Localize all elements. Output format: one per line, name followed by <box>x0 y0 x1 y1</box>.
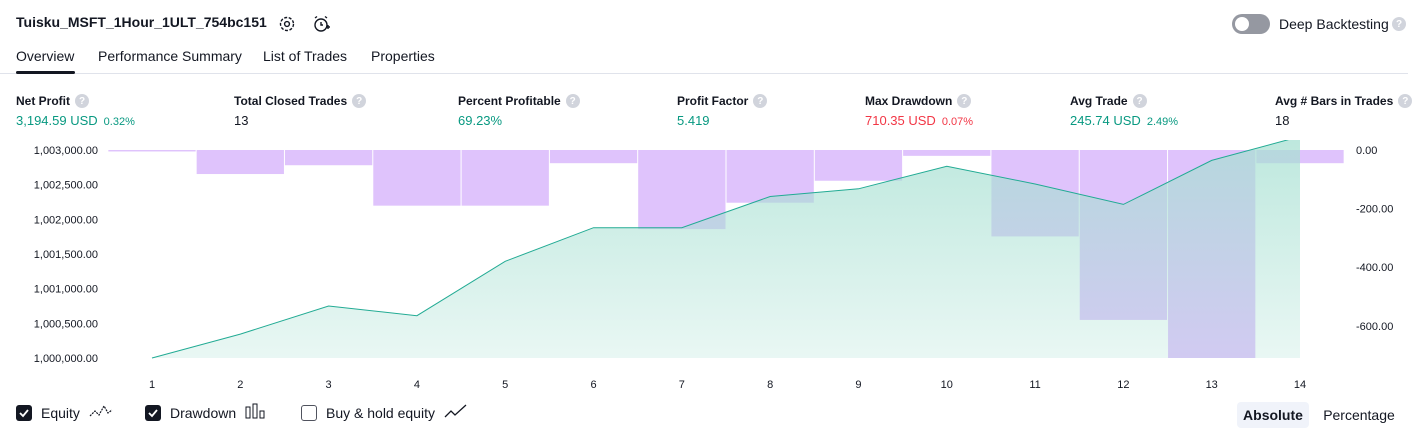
buy-hold-line-icon <box>444 403 468 422</box>
left-axis: 1,003,000.00 1,002,500.00 1,002,000.00 1,00… <box>34 145 98 365</box>
left-axis-tick: 1,000,500.00 <box>34 318 98 330</box>
left-axis-tick: 1,003,000.00 <box>34 145 98 157</box>
metric-value: 3,194.59 USD <box>16 113 98 128</box>
metric-value: 69.23% <box>458 113 503 128</box>
help-icon[interactable]: ? <box>1132 94 1147 108</box>
drawdown-bar <box>373 150 461 206</box>
x-axis-tick: 4 <box>414 379 420 391</box>
metric-value: 710.35 USD <box>865 113 936 128</box>
x-axis-tick: 2 <box>237 379 243 391</box>
drawdown-bar <box>814 150 903 181</box>
gear-icon[interactable] <box>276 13 298 35</box>
help-icon[interactable]: ? <box>1392 17 1406 31</box>
right-axis-tick: -600.00 <box>1356 321 1393 333</box>
buy-hold-toggle[interactable]: Buy & hold equity <box>301 403 468 422</box>
drawdown-bars-icon <box>245 403 267 422</box>
x-axis-tick: 8 <box>767 379 773 391</box>
x-axis-tick: 14 <box>1294 379 1306 391</box>
x-axis: 1 2 3 4 5 6 7 8 9 10 11 12 13 14 <box>149 379 1306 391</box>
right-axis: 0.00 -200.00 -400.00 -600.00 <box>1356 145 1393 333</box>
help-icon[interactable]: ? <box>957 94 972 108</box>
metric-value: 5.419 <box>677 113 710 128</box>
help-icon[interactable]: ? <box>352 94 367 108</box>
drawdown-bar <box>461 150 549 206</box>
metric-avg-trade: Avg Trade? 245.74 USD 2.49% <box>1070 94 1178 128</box>
drawdown-bar <box>549 150 638 164</box>
drawdown-bar <box>284 150 373 166</box>
drawdown-toggle[interactable]: Drawdown <box>145 403 267 422</box>
equity-checkbox[interactable] <box>16 404 32 421</box>
metric-percent: 0.07% <box>941 116 974 128</box>
x-axis-tick: 5 <box>502 379 508 391</box>
deep-backtesting-toggle[interactable] <box>1232 14 1270 34</box>
left-axis-tick: 1,001,500.00 <box>34 249 98 261</box>
absolute-mode-button[interactable]: Absolute <box>1237 402 1309 428</box>
x-axis-tick: 6 <box>590 379 596 391</box>
help-icon[interactable]: ? <box>565 94 580 108</box>
x-axis-tick: 1 <box>149 379 155 391</box>
right-axis-tick: -200.00 <box>1356 204 1393 216</box>
metric-net-profit: Net Profit? 3,194.59 USD 0.32% <box>16 94 135 128</box>
metric-label: Profit Factor <box>677 94 749 108</box>
alarm-clock-plus-icon[interactable] <box>310 13 332 35</box>
equity-drawdown-chart: 1,003,000.00 1,002,500.00 1,002,000.00 1,00… <box>34 140 1393 391</box>
x-axis-tick: 11 <box>1029 379 1040 391</box>
deep-backtesting-label: Deep Backtesting <box>1279 16 1389 32</box>
right-axis-tick: 0.00 <box>1356 145 1377 157</box>
active-tab-indicator <box>16 71 75 74</box>
metric-avg-bars-in-trades: Avg # Bars in Trades? 18 <box>1275 94 1413 128</box>
tab-overview[interactable]: Overview <box>16 48 74 64</box>
x-axis-tick: 13 <box>1206 379 1218 391</box>
x-axis-tick: 9 <box>855 379 861 391</box>
right-axis-tick: -400.00 <box>1356 262 1393 274</box>
tabs-divider <box>0 73 1408 74</box>
metric-label: Net Profit <box>16 94 70 108</box>
strategy-title: Tuisku_MSFT_1Hour_1ULT_754bc151 <box>16 14 267 30</box>
metric-label: Total Closed Trades <box>234 94 348 108</box>
metric-label: Avg # Bars in Trades <box>1275 94 1394 108</box>
help-icon[interactable]: ? <box>1398 94 1413 108</box>
toggle-knob <box>1235 17 1249 31</box>
metric-total-closed-trades: Total Closed Trades? 13 <box>234 94 367 128</box>
x-axis-tick: 12 <box>1117 379 1129 391</box>
equity-toggle[interactable]: Equity <box>16 403 113 422</box>
metric-value: 13 <box>234 113 249 128</box>
tab-properties[interactable]: Properties <box>371 48 435 64</box>
metric-value: 18 <box>1275 113 1290 128</box>
equity-toggle-label: Equity <box>41 404 80 421</box>
tab-performance-summary[interactable]: Performance Summary <box>98 48 242 64</box>
left-axis-tick: 1,002,500.00 <box>34 180 98 192</box>
drawdown-bar <box>108 150 196 152</box>
x-axis-tick: 7 <box>679 379 685 391</box>
percentage-mode-button[interactable]: Percentage <box>1318 402 1400 428</box>
buy-hold-checkbox[interactable] <box>301 404 317 421</box>
x-axis-tick: 10 <box>941 379 953 391</box>
x-axis-tick: 3 <box>326 379 332 391</box>
tab-list-of-trades[interactable]: List of Trades <box>263 48 347 64</box>
metric-profit-factor: Profit Factor? 5.419 <box>677 94 768 128</box>
drawdown-bar <box>903 150 991 156</box>
metric-value: 245.74 USD <box>1070 113 1141 128</box>
drawdown-checkbox[interactable] <box>145 404 161 421</box>
left-axis-tick: 1,002,000.00 <box>34 214 98 226</box>
help-icon[interactable]: ? <box>753 94 768 108</box>
equity-wave-icon <box>89 403 113 422</box>
metric-percent: 2.49% <box>1146 116 1179 128</box>
metric-percent: 0.32% <box>103 116 135 128</box>
buy-hold-toggle-label: Buy & hold equity <box>326 404 435 421</box>
left-axis-tick: 1,000,000.00 <box>34 353 98 365</box>
metric-label: Max Drawdown <box>865 94 953 108</box>
metric-label: Avg Trade <box>1070 94 1128 108</box>
drawdown-toggle-label: Drawdown <box>170 404 237 421</box>
metric-max-drawdown: Max Drawdown? 710.35 USD 0.07% <box>865 94 973 128</box>
metric-percent-profitable: Percent Profitable? 69.23% <box>458 94 580 128</box>
left-axis-tick: 1,001,000.00 <box>34 284 98 296</box>
help-icon[interactable]: ? <box>75 94 89 108</box>
metric-label: Percent Profitable <box>458 94 561 108</box>
drawdown-bar <box>196 150 284 175</box>
